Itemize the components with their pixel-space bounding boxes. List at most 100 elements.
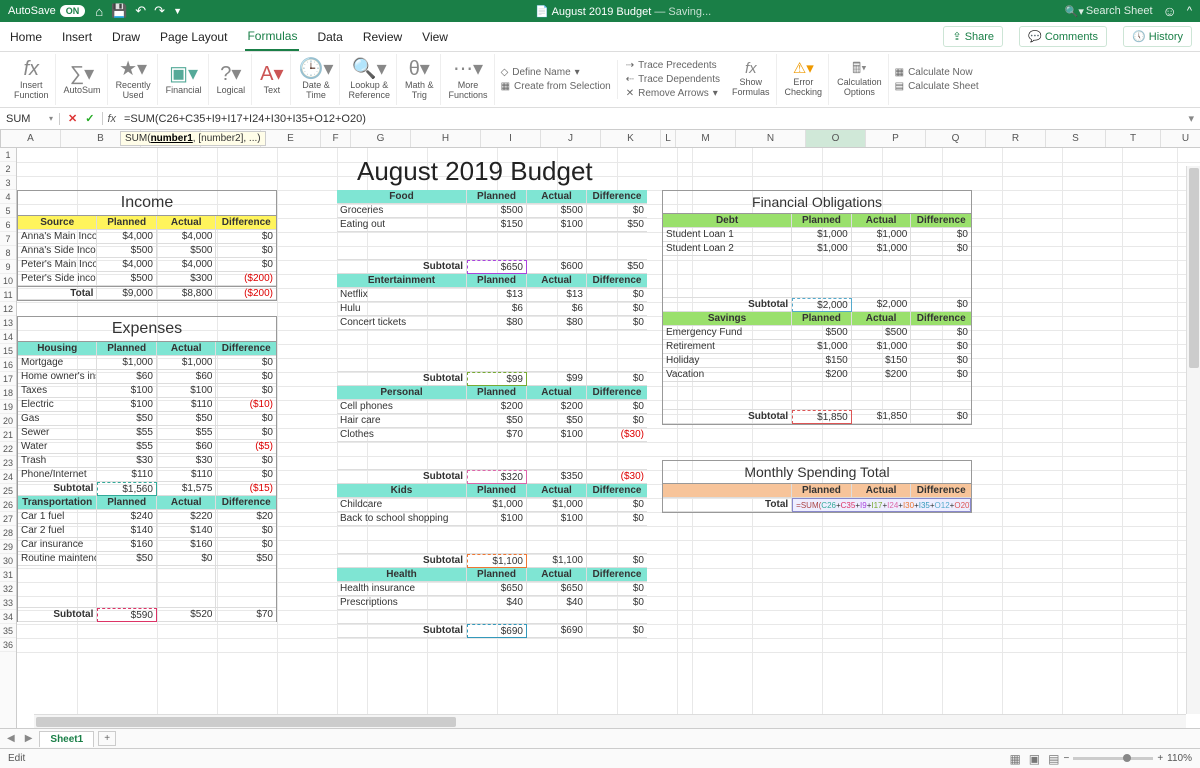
- row-header-29[interactable]: 29: [0, 540, 16, 554]
- row-header-21[interactable]: 21: [0, 428, 16, 442]
- table-row[interactable]: Routine maintence$50$0$50: [18, 552, 276, 566]
- row-header-33[interactable]: 33: [0, 596, 16, 610]
- table-row[interactable]: Hair care$50$50$0: [337, 414, 647, 428]
- table-row[interactable]: Car 2 fuel$140$140$0: [18, 524, 276, 538]
- table-row[interactable]: Prescriptions$40$40$0: [337, 596, 647, 610]
- col-header-S[interactable]: S: [1046, 130, 1106, 147]
- tab-data[interactable]: Data: [315, 24, 344, 50]
- table-row[interactable]: Back to school shopping$100$100$0: [337, 512, 647, 526]
- remove-arrows-button[interactable]: ✕ Remove Arrows ▾: [626, 88, 720, 99]
- trace-dependents-button[interactable]: ⇠ Trace Dependents: [626, 74, 720, 85]
- error-checking-button[interactable]: ⚠▾Error Checking: [779, 54, 830, 105]
- table-row[interactable]: Taxes$100$100$0: [18, 384, 276, 398]
- table-row[interactable]: Peter's Side income$500$300($200): [18, 272, 276, 286]
- row-header-11[interactable]: 11: [0, 288, 16, 302]
- col-header-F[interactable]: F: [321, 130, 351, 147]
- table-row[interactable]: Mortgage$1,000$1,000$0: [18, 356, 276, 370]
- row-header-36[interactable]: 36: [0, 638, 16, 652]
- show-formulas-button[interactable]: fxShow Formulas: [726, 54, 777, 105]
- undo-icon[interactable]: ↶: [135, 3, 146, 19]
- table-row[interactable]: Hulu$6$6$0: [337, 302, 647, 316]
- table-row[interactable]: Home owner's insurnace$60$60$0: [18, 370, 276, 384]
- row-header-5[interactable]: 5: [0, 204, 16, 218]
- col-header-A[interactable]: A: [1, 130, 61, 147]
- add-sheet-button[interactable]: +: [98, 731, 116, 746]
- col-header-L[interactable]: L: [661, 130, 676, 147]
- table-row[interactable]: Emergency Fund$500$500$0: [663, 326, 971, 340]
- col-header-G[interactable]: G: [351, 130, 411, 147]
- table-row[interactable]: Cell phones$200$200$0: [337, 400, 647, 414]
- tab-view[interactable]: View: [420, 24, 450, 50]
- col-header-P[interactable]: P: [866, 130, 926, 147]
- tab-home[interactable]: Home: [8, 24, 44, 50]
- define-name-button[interactable]: ◇ Define Name ▾: [501, 67, 611, 78]
- zoom-control[interactable]: −+ 110%: [1063, 753, 1192, 764]
- redo-icon[interactable]: ↷: [154, 3, 165, 19]
- view-page-layout-icon[interactable]: ▣: [1025, 752, 1044, 766]
- name-box[interactable]: SUM▾: [0, 113, 60, 125]
- table-row[interactable]: Netflix$13$13$0: [337, 288, 647, 302]
- row-header-3[interactable]: 3: [0, 176, 16, 190]
- row-header-16[interactable]: 16: [0, 358, 16, 372]
- row-header-30[interactable]: 30: [0, 554, 16, 568]
- recently-used-button[interactable]: ★▾Recently Used: [110, 54, 158, 105]
- row-header-6[interactable]: 6: [0, 218, 16, 232]
- insert-function-button[interactable]: fxInsert Function: [8, 54, 56, 105]
- row-header-13[interactable]: 13: [0, 316, 16, 330]
- vertical-scrollbar[interactable]: [1186, 166, 1200, 714]
- table-row[interactable]: Holiday$150$150$0: [663, 354, 971, 368]
- row-header-14[interactable]: 14: [0, 330, 16, 344]
- calculate-sheet-button[interactable]: ▤ Calculate Sheet: [895, 81, 979, 92]
- table-row[interactable]: Trash$30$30$0: [18, 454, 276, 468]
- row-header-4[interactable]: 4: [0, 190, 16, 204]
- table-row[interactable]: Groceries$500$500$0: [337, 204, 647, 218]
- history-button[interactable]: 🕔 History: [1123, 26, 1192, 47]
- row-header-34[interactable]: 34: [0, 610, 16, 624]
- table-row[interactable]: Student Loan 1$1,000$1,000$0: [663, 228, 971, 242]
- table-row[interactable]: Water$55$60($5): [18, 440, 276, 454]
- active-cell[interactable]: =SUM(C26+C35+I9+I17+I24+I30+I35+O12+O20): [792, 498, 971, 512]
- view-page-break-icon[interactable]: ▤: [1044, 752, 1063, 766]
- autosum-button[interactable]: ∑▾AutoSum: [58, 54, 108, 105]
- col-header-R[interactable]: R: [986, 130, 1046, 147]
- col-header-N[interactable]: N: [736, 130, 806, 147]
- table-row[interactable]: Clothes$70$100($30): [337, 428, 647, 442]
- tab-insert[interactable]: Insert: [60, 24, 94, 50]
- fx-icon[interactable]: fx: [107, 113, 116, 125]
- logical-button[interactable]: ?▾Logical: [211, 54, 253, 105]
- table-row[interactable]: Concert tickets$80$80$0: [337, 316, 647, 330]
- tab-formulas[interactable]: Formulas: [245, 23, 299, 51]
- table-row[interactable]: Car insurance$160$160$0: [18, 538, 276, 552]
- row-header-15[interactable]: 15: [0, 344, 16, 358]
- col-header-Q[interactable]: Q: [926, 130, 986, 147]
- row-header-31[interactable]: 31: [0, 568, 16, 582]
- text-button[interactable]: A▾Text: [254, 54, 290, 105]
- expand-formula-icon[interactable]: ▾: [1182, 112, 1200, 125]
- row-header-7[interactable]: 7: [0, 232, 16, 246]
- row-header-27[interactable]: 27: [0, 512, 16, 526]
- row-header-1[interactable]: 1: [0, 148, 16, 162]
- row-header-22[interactable]: 22: [0, 442, 16, 456]
- row-header-32[interactable]: 32: [0, 582, 16, 596]
- row-header-18[interactable]: 18: [0, 386, 16, 400]
- table-row[interactable]: Anna's Side Income$500$500$0: [18, 244, 276, 258]
- save-icon[interactable]: 💾: [111, 3, 127, 19]
- home-icon[interactable]: ⌂: [95, 4, 103, 19]
- row-header-20[interactable]: 20: [0, 414, 16, 428]
- table-row[interactable]: Health insurance$650$650$0: [337, 582, 647, 596]
- row-header-26[interactable]: 26: [0, 498, 16, 512]
- sheet-tab-1[interactable]: Sheet1: [39, 731, 94, 747]
- comments-button[interactable]: 💬 Comments: [1019, 26, 1107, 47]
- view-normal-icon[interactable]: ▦: [1005, 752, 1024, 766]
- calculate-now-button[interactable]: ▦ Calculate Now: [895, 67, 979, 78]
- autosave-toggle[interactable]: AutoSave ON: [8, 5, 85, 17]
- row-header-25[interactable]: 25: [0, 484, 16, 498]
- row-header-10[interactable]: 10: [0, 274, 16, 288]
- table-row[interactable]: Peter's Main Income$4,000$4,000$0: [18, 258, 276, 272]
- sheet-nav-prev-icon[interactable]: ◀: [4, 733, 18, 744]
- create-from-selection-button[interactable]: ▦ Create from Selection: [501, 81, 611, 92]
- table-row[interactable]: Anna's Main Income$4,000$4,000$0: [18, 230, 276, 244]
- table-row[interactable]: Phone/Internet$110$110$0: [18, 468, 276, 482]
- table-row[interactable]: Childcare$1,000$1,000$0: [337, 498, 647, 512]
- col-header-T[interactable]: T: [1106, 130, 1161, 147]
